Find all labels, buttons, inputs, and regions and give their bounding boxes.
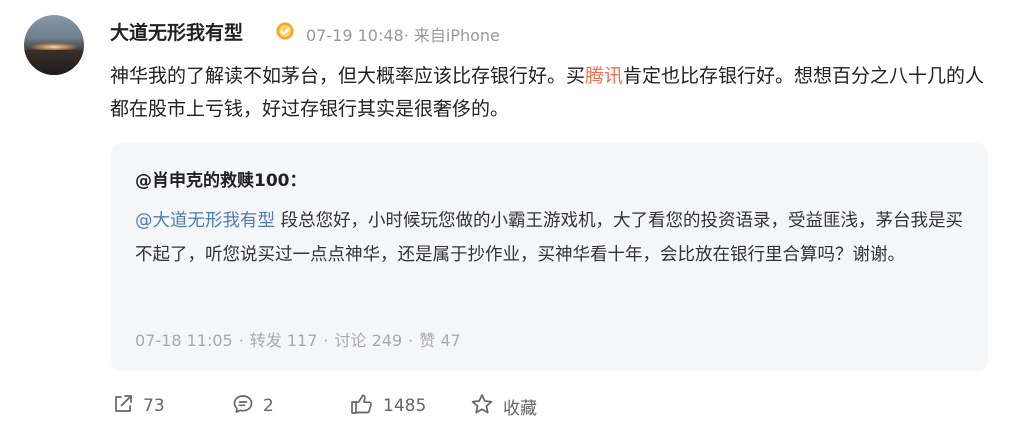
mention-link[interactable]: @大道无形我有型	[135, 211, 275, 231]
quoted-author[interactable]: @肖申克的救赎100：	[135, 166, 307, 191]
share-count: 73	[143, 396, 165, 416]
post-meta: 07-19 10:48· 来自iPhone	[306, 26, 500, 45]
quoted-meta: 07-18 11:05 · 转发 117 · 讨论 249 · 赞 47	[135, 327, 461, 351]
separator: ·	[323, 331, 329, 350]
quoted-reposts[interactable]: 转发 117	[250, 327, 318, 351]
quoted-time: 07-18 11:05	[135, 331, 233, 350]
like-count: 1485	[383, 396, 427, 416]
avatar[interactable]	[24, 15, 84, 75]
post-text-part1: 神华我的了解读不如茅台，但大概率应该比存银行好。买	[110, 65, 586, 87]
comment-button[interactable]: 2	[232, 393, 274, 419]
share-button[interactable]: 73	[112, 393, 165, 419]
quoted-comments[interactable]: 讨论 249	[335, 327, 403, 351]
comment-count: 2	[263, 396, 274, 416]
gold-verified-badge-icon	[276, 22, 294, 40]
separator: ·	[408, 331, 414, 350]
thumbs-up-icon	[350, 393, 383, 420]
share-icon	[112, 393, 143, 420]
like-button[interactable]: 1485	[350, 393, 426, 419]
favorite-label: 收藏	[503, 398, 537, 419]
quoted-likes[interactable]: 赞 47	[419, 327, 460, 351]
username[interactable]: 大道无形我有型	[110, 18, 243, 45]
separator: ·	[238, 331, 244, 350]
post-text: 神华我的了解读不如茅台，但大概率应该比存银行好。买腾讯肯定也比存银行好。想想百分…	[110, 60, 990, 126]
avatar-horizon	[24, 50, 84, 75]
star-icon	[470, 393, 503, 420]
comment-icon	[232, 393, 263, 420]
favorite-button[interactable]: 收藏	[470, 393, 537, 419]
quoted-post[interactable]: @肖申克的救赎100： @大道无形我有型 段总您好，小时候玩您做的小霸王游戏机，…	[111, 143, 988, 371]
stock-link-tencent[interactable]: 腾讯	[585, 65, 623, 87]
quoted-text: @大道无形我有型 段总您好，小时候玩您做的小霸王游戏机，大了看您的投资语录，受益…	[135, 204, 973, 272]
